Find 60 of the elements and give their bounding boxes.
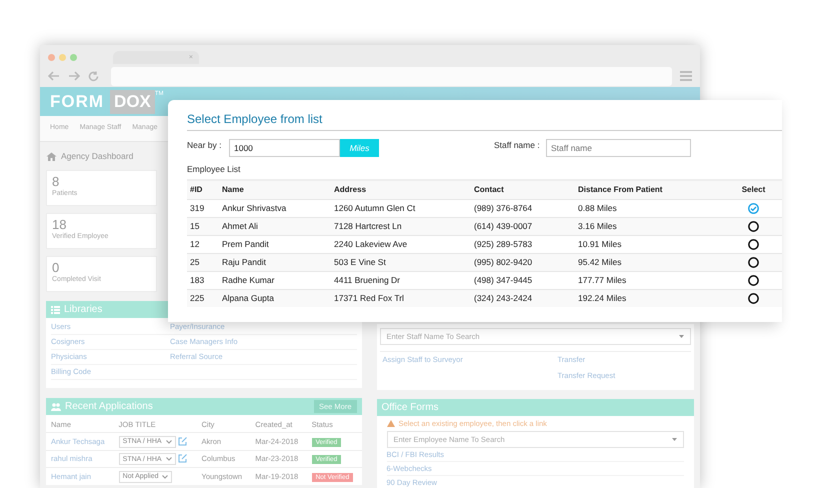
- table-cell: (614) 439-0007: [471, 217, 575, 236]
- column-header: Address: [331, 180, 471, 200]
- miles-button[interactable]: Miles: [340, 139, 379, 157]
- maximize-dot-icon[interactable]: [70, 54, 77, 61]
- warning-icon: [386, 420, 394, 428]
- column-header: Name: [219, 180, 331, 200]
- list-icon: [51, 306, 60, 314]
- column-header: #ID: [187, 180, 219, 200]
- radio-icon[interactable]: [748, 293, 759, 304]
- dashboard-title: Agency Dashboard: [61, 150, 134, 162]
- dialog-title: Select Employee from list: [187, 110, 782, 131]
- caret-icon: [166, 457, 172, 462]
- caret-icon: [672, 438, 677, 442]
- table-cell: (995) 802-9420: [471, 253, 575, 272]
- column-header: Contact: [471, 180, 575, 200]
- logo-text: DOX: [110, 90, 155, 114]
- caret-icon: [162, 474, 168, 479]
- logo-text: FORM: [50, 90, 104, 112]
- table-cell: Ahmet Ali: [219, 217, 331, 236]
- refresh-icon[interactable]: [88, 70, 99, 82]
- caret-icon: [166, 440, 172, 444]
- minimize-dot-icon[interactable]: [59, 54, 66, 61]
- column-header: Distance From Patient: [575, 180, 725, 200]
- near-by-input[interactable]: 1000: [229, 139, 340, 157]
- table-cell: Raju Pandit: [219, 253, 331, 272]
- caret-icon: [679, 335, 684, 338]
- home-icon: [46, 152, 57, 160]
- employee-list-title: Employee List: [187, 163, 242, 176]
- stat-value: 18: [52, 217, 68, 232]
- menu-icon[interactable]: [680, 71, 692, 81]
- stat-value: 0: [52, 260, 60, 275]
- staff-name-input[interactable]: Staff name: [546, 139, 691, 157]
- table-cell: 95.42 Miles: [575, 253, 725, 272]
- checked-radio-icon[interactable]: [748, 203, 759, 214]
- table-cell: Alpana Gupta: [219, 289, 331, 308]
- radio-icon[interactable]: [748, 239, 759, 250]
- users-icon: [51, 402, 61, 410]
- table-cell: (324) 243-2424: [471, 289, 575, 308]
- table-cell: 3.16 Miles: [575, 217, 725, 236]
- edit-icon[interactable]: [178, 436, 187, 446]
- table-cell: 192.24 Miles: [575, 289, 725, 308]
- forward-arrow-icon[interactable]: [68, 71, 80, 81]
- radio-icon[interactable]: [748, 221, 759, 232]
- office-forms-header: Office Forms: [376, 399, 694, 416]
- table-cell: 17371 Red Fox Trl: [331, 289, 471, 308]
- radio-icon[interactable]: [748, 257, 759, 268]
- back-arrow-icon[interactable]: [48, 71, 60, 81]
- column-header: Select: [725, 180, 782, 200]
- table-cell: 7128 Hartcrest Ln: [331, 217, 471, 236]
- radio-icon[interactable]: [748, 275, 759, 286]
- address-bar[interactable]: [110, 66, 672, 86]
- staff-name-label: Staff name :: [494, 139, 541, 152]
- stat-value: 8: [52, 174, 60, 189]
- near-by-label: Near by :: [187, 139, 222, 152]
- table-cell: 15: [187, 217, 219, 236]
- table-cell: 225: [187, 289, 219, 308]
- close-dot-icon[interactable]: [48, 54, 55, 61]
- edit-icon[interactable]: [178, 454, 187, 464]
- table-cell: 503 E Vine St: [331, 253, 471, 272]
- table-cell: 25: [187, 253, 219, 272]
